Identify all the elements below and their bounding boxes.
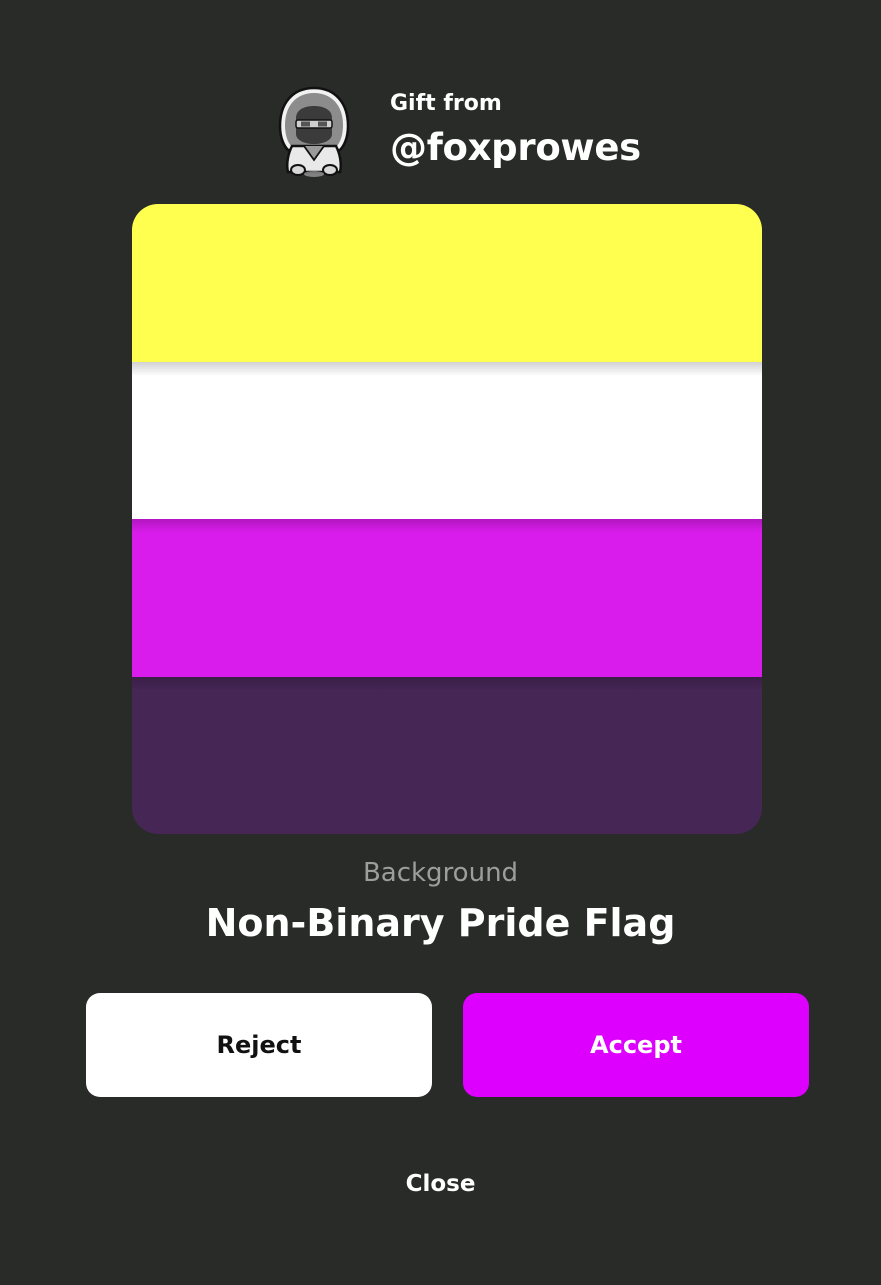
item-category: Background	[362, 858, 519, 888]
flag-stripe-purple	[132, 519, 762, 677]
close-button[interactable]: Close	[406, 1171, 476, 1197]
gift-sender: Gift from @foxprowes	[274, 84, 641, 178]
reject-button[interactable]: Reject	[86, 993, 432, 1097]
close-row: Close	[0, 1168, 881, 1200]
background-preview	[132, 204, 762, 834]
sender-text: Gift from @foxprowes	[390, 90, 641, 172]
hooded-character-avatar-icon	[278, 86, 350, 177]
flag-stripe-yellow	[132, 204, 762, 362]
gift-dialog: Gift from @foxprowes Background Non-Bina…	[0, 0, 881, 1285]
accept-button[interactable]: Accept	[463, 993, 809, 1097]
sender-username: @foxprowes	[390, 126, 641, 169]
flag-stripe-white	[132, 361, 762, 519]
flag-stripe-dark-purple	[132, 676, 762, 834]
gift-from-label: Gift from	[390, 91, 502, 116]
item-name: Non-Binary Pride Flag	[205, 901, 676, 945]
